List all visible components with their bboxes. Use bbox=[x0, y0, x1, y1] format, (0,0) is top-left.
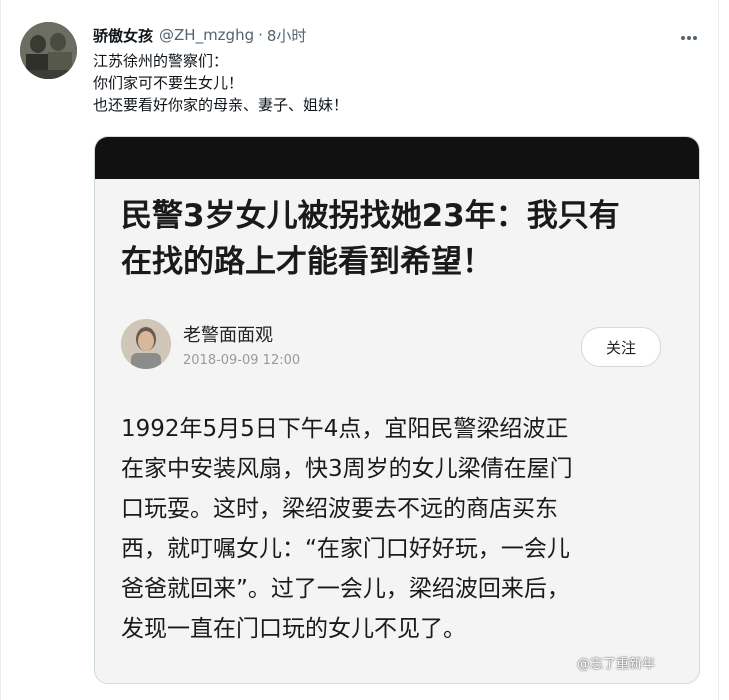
article-date: 2018-09-09 12:00 bbox=[183, 353, 301, 368]
timeline-border-right bbox=[718, 0, 719, 700]
body-line: 1992年5月5日下午4点，宜阳民警梁绍波正 bbox=[121, 416, 569, 442]
weibo-watermark: @忘了重新年 bbox=[577, 657, 656, 672]
article-body: 1992年5月5日下午4点，宜阳民警梁绍波正 在家中安装风扇，快3周岁的女儿梁倩… bbox=[121, 409, 681, 649]
ellipsis-icon bbox=[680, 26, 698, 45]
tweet-text-line: 你们家可不要生女儿！ bbox=[93, 74, 244, 92]
tweet-text: 江苏徐州的警察们： 你们家可不要生女儿！ 也还要看好你家的母亲、妻子、姐妹！ bbox=[93, 50, 693, 116]
body-line: 西，就叮嘱女儿：“在家门口好好玩，一会儿 bbox=[121, 536, 570, 562]
tweet-text-line: 也还要看好你家的母亲、妻子、姐妹！ bbox=[93, 96, 349, 114]
article-headline: 民警3岁女儿被拐找她23年：我只有 在找的路上才能看到希望！ bbox=[121, 193, 681, 285]
body-line: 口玩耍。这时，梁绍波要去不远的商店买东 bbox=[121, 496, 558, 522]
more-options-button[interactable] bbox=[676, 24, 702, 46]
body-line: 发现一直在门口玩的女儿不见了。 bbox=[121, 616, 466, 642]
body-line: 爸爸就回来”。过了一会儿，梁绍波回来后， bbox=[121, 576, 570, 602]
tweet-timestamp[interactable]: 8小时 bbox=[267, 25, 307, 46]
follow-button: 关注 bbox=[581, 327, 661, 367]
separator-dot: · bbox=[258, 26, 263, 44]
article-screenshot: 民警3岁女儿被拐找她23年：我只有 在找的路上才能看到希望！ 老警面面观 201… bbox=[95, 179, 699, 683]
author-avatar bbox=[121, 319, 171, 369]
screenshot-status-bar bbox=[95, 137, 699, 179]
user-avatar[interactable] bbox=[20, 22, 77, 79]
headline-line: 民警3岁女儿被拐找她23年：我只有 bbox=[121, 198, 620, 234]
tweet-text-line: 江苏徐州的警察们： bbox=[93, 52, 229, 70]
timeline-border-left bbox=[0, 0, 1, 700]
display-name[interactable]: 骄傲女孩 bbox=[93, 25, 153, 46]
tweet-header: 骄傲女孩 @ZH_mzghg · 8小时 bbox=[93, 24, 306, 46]
tweet-media-image[interactable]: 民警3岁女儿被拐找她23年：我只有 在找的路上才能看到希望！ 老警面面观 201… bbox=[94, 136, 700, 684]
author-name: 老警面面观 bbox=[183, 325, 273, 346]
headline-line: 在找的路上才能看到希望！ bbox=[121, 244, 493, 280]
user-handle[interactable]: @ZH_mzghg bbox=[159, 26, 254, 44]
body-line: 在家中安装风扇，快3周岁的女儿梁倩在屋门 bbox=[121, 456, 573, 482]
